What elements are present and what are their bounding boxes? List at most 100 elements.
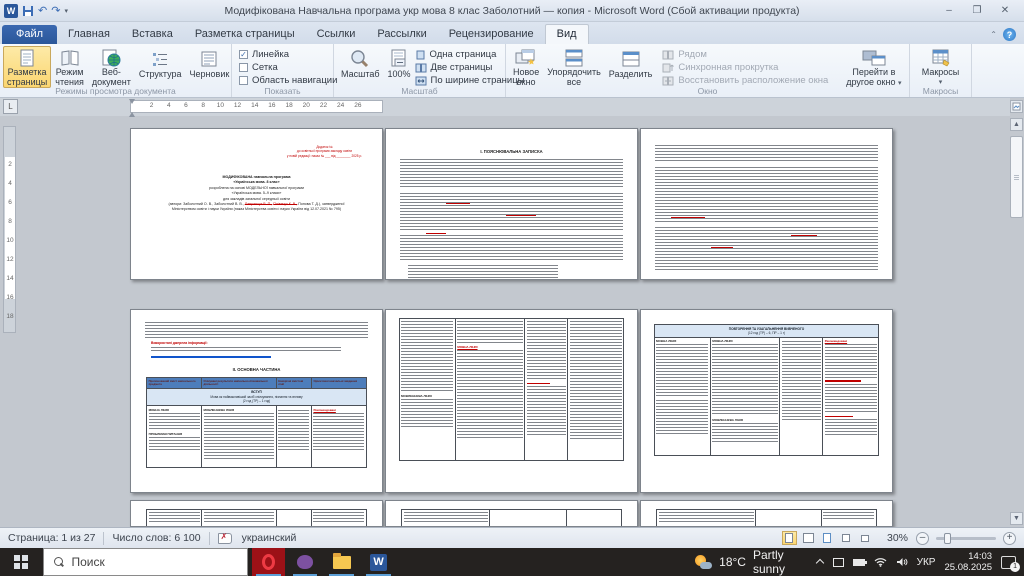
zoom-100-button[interactable]: 100%: [384, 46, 415, 88]
tab-home[interactable]: Главная: [57, 25, 121, 44]
print-layout-button[interactable]: Разметка страницы: [3, 46, 52, 88]
table-cell: МОВЛЕННЄВА ЛІНІЯ: [201, 405, 277, 469]
table-cell: МОВНА ЛІНІЯ: [454, 318, 526, 461]
zoom-slider-thumb[interactable]: [944, 532, 951, 544]
battery-icon[interactable]: [852, 558, 867, 566]
ruler-numbers: 2 4 6 8 10 12 14 16 18 20 22 24 26: [149, 102, 362, 109]
zoom-button[interactable]: Масштаб: [337, 46, 384, 88]
qat-customize-caret-icon[interactable]: ▾: [64, 7, 68, 15]
group-window: Новое окно Упорядочить все Разделить Ряд…: [506, 44, 910, 97]
print-layout-view-button[interactable]: [781, 531, 797, 545]
table-cell: [275, 405, 312, 469]
tab-file[interactable]: Файл: [2, 25, 58, 44]
close-button[interactable]: ✕: [992, 3, 1018, 19]
save-icon[interactable]: [22, 5, 34, 17]
ruler-checkbox[interactable]: ✓ Линейка: [239, 49, 337, 60]
scrollbar-thumb[interactable]: [1010, 136, 1023, 218]
spellcheck-icon[interactable]: [217, 532, 232, 544]
one-page-icon: [416, 50, 425, 59]
ruler-toggle-button[interactable]: [1010, 100, 1023, 113]
notification-center-icon[interactable]: 1: [1001, 555, 1021, 572]
table-cell: Рекомендовані: [310, 405, 367, 469]
tab-view[interactable]: Вид: [544, 24, 589, 44]
full-screen-reading-button[interactable]: Режим чтения: [51, 46, 88, 88]
synchronous-scrolling-button: Синхронная прокрутка: [662, 62, 828, 73]
horizontal-ruler: L 2 4 6 8 10 12 14 16 18 20 22 24 26: [0, 98, 1010, 117]
tab-page-layout[interactable]: Разметка страницы: [184, 25, 306, 44]
indent-marker-icon[interactable]: [129, 99, 136, 117]
web-layout-button[interactable]: Веб-документ: [88, 46, 135, 88]
start-button[interactable]: [0, 548, 43, 576]
sources-heading: Використані джерела інформації:: [151, 341, 208, 345]
side-by-side-label: Рядом: [678, 49, 707, 60]
tray-chevron-icon[interactable]: [816, 558, 824, 566]
volume-icon[interactable]: [896, 557, 908, 567]
scroll-up-arrow[interactable]: ▲: [1010, 118, 1023, 131]
ribbon-tab-row: Файл Главная Вставка Разметка страницы С…: [0, 22, 1024, 44]
new-window-button[interactable]: Новое окно: [509, 46, 543, 88]
outline-view-label: Структура: [138, 69, 182, 79]
undo-icon[interactable]: ↶: [38, 5, 47, 17]
draft-view-icon: [199, 48, 219, 70]
restore-button[interactable]: ❐: [964, 3, 990, 19]
switch-windows-button[interactable]: Перейти в другое окно ▾: [842, 46, 905, 88]
page-indicator[interactable]: Страница: 1 из 27: [0, 532, 103, 544]
display-tray-icon[interactable]: [832, 557, 844, 567]
tab-insert[interactable]: Вставка: [121, 25, 184, 44]
tab-selector[interactable]: L: [3, 99, 18, 114]
redo-icon[interactable]: ↷: [51, 5, 60, 17]
zoom-percentage[interactable]: 30%: [887, 532, 908, 544]
gridlines-checkbox[interactable]: Сетка: [239, 62, 337, 73]
zoom-out-button[interactable]: –: [916, 531, 929, 545]
zoom-slider[interactable]: [936, 532, 996, 544]
group-macros: Макросы ▾ Макросы: [910, 44, 972, 97]
switch-windows-label2: другое окно: [846, 76, 896, 87]
curriculum-table: Пропонований зміст навчального предмета …: [146, 377, 367, 469]
vertical-ruler: 2 4 6 8 10 12 14 16 18: [3, 126, 16, 333]
taskbar-search[interactable]: Поиск: [42, 548, 248, 576]
table-cell: МОВНА ЛІНІЯ МОВЛЕННЄВА ЛІНІЯ: [709, 336, 781, 456]
taskbar-app-opera[interactable]: [251, 548, 285, 576]
navigation-pane-checkbox[interactable]: Область навигации: [239, 75, 337, 86]
outline-view-button[interactable]: Структура: [135, 46, 186, 88]
table-cell: Рекомендовані: [822, 336, 880, 456]
time: 14:03: [968, 551, 993, 562]
word-count[interactable]: Число слов: 6 100: [104, 532, 208, 544]
scroll-down-arrow[interactable]: ▼: [1010, 512, 1023, 525]
wifi-icon[interactable]: [874, 557, 887, 567]
table-header-cell: Наскрізні змістові лінії: [275, 377, 312, 389]
file-explorer-icon: [332, 552, 351, 569]
web-view-button[interactable]: [820, 531, 835, 545]
two-pages-icon: [415, 63, 427, 72]
macros-button[interactable]: Макросы ▾: [918, 46, 964, 88]
split-button[interactable]: Разделить: [605, 46, 657, 88]
page-8: [385, 500, 638, 527]
macros-icon: [930, 48, 952, 68]
taskbar-app-explorer[interactable]: [325, 548, 358, 576]
help-icon[interactable]: ?: [1003, 28, 1016, 41]
arrange-all-button[interactable]: Упорядочить все: [543, 46, 605, 88]
language-indicator[interactable]: украинский: [234, 532, 305, 544]
minimize-ribbon-icon[interactable]: ⌃: [990, 30, 997, 39]
clock[interactable]: 14:03 25.08.2025: [944, 551, 992, 573]
draft-view-button[interactable]: [858, 531, 873, 545]
outline-view-button[interactable]: [839, 531, 854, 545]
group-show: ✓ Линейка Сетка Область навигации Показа…: [232, 44, 337, 97]
curriculum-table: [401, 509, 622, 526]
hyperlink[interactable]: [151, 356, 271, 358]
quick-access-toolbar: W ↶ ↷ ▾: [0, 3, 140, 18]
tab-mailings[interactable]: Рассылки: [366, 25, 437, 44]
minimize-button[interactable]: –: [936, 3, 962, 19]
tab-references[interactable]: Ссылки: [306, 25, 367, 44]
language-switcher[interactable]: УКР: [917, 557, 936, 568]
taskbar-app-word[interactable]: W: [362, 548, 395, 576]
vertical-scrollbar[interactable]: ▲ ▼: [1010, 98, 1023, 527]
reading-view-button[interactable]: [801, 531, 816, 545]
horizontal-ruler-band: 2 4 6 8 10 12 14 16 18 20 22 24 26: [129, 99, 383, 117]
zoom-in-button[interactable]: +: [1003, 531, 1016, 545]
taskbar-app-viber[interactable]: [289, 548, 322, 576]
table-cell: [779, 336, 824, 456]
draft-view-button[interactable]: Черновик: [186, 46, 234, 88]
tab-review[interactable]: Рецензирование: [438, 25, 545, 44]
weather-widget[interactable]: 18°C Partly sunny: [695, 548, 816, 576]
